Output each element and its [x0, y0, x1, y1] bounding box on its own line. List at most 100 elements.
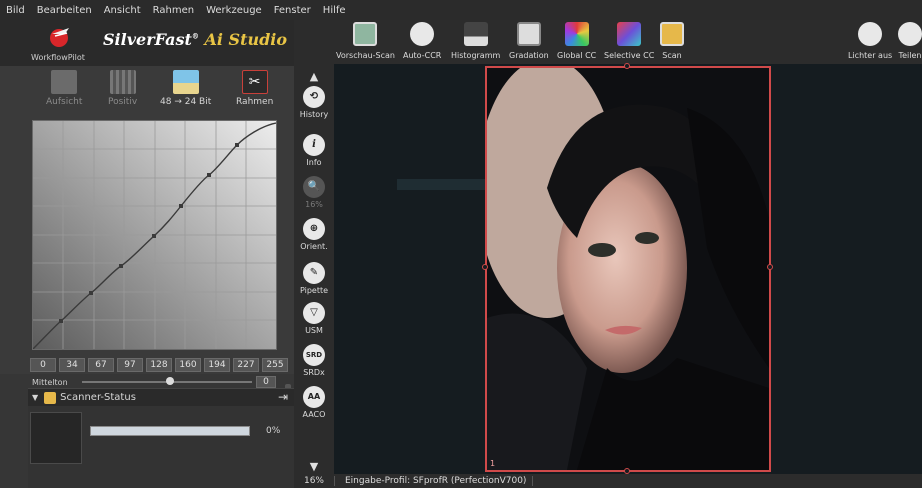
tick-value[interactable]: 255 [262, 358, 288, 372]
vtool-usm[interactable]: ▽ USM [294, 302, 334, 335]
scan-progress-percent: 0% [266, 426, 281, 436]
scan-progress-bar [90, 426, 250, 436]
vtool-zoom-label: 16% [305, 200, 323, 209]
auto-ccr-button[interactable]: Auto-CCR [403, 22, 441, 60]
vtool-pipette[interactable]: ✎ Pipette [294, 262, 334, 295]
histogram-icon [463, 22, 488, 46]
scan-mode-tools: Aufsicht Positiv 48 → 24 Bit ✂ Rahmen [0, 66, 294, 114]
vtool-srdx[interactable]: SRD SRDx [294, 344, 334, 377]
brand-ai-studio: Ai Studio [204, 30, 288, 49]
menu-bar: Bild Bearbeiten Ansicht Rahmen Werkzeuge… [0, 0, 922, 20]
tick-value[interactable]: 227 [233, 358, 259, 372]
gradation-curve[interactable] [32, 120, 277, 350]
scanner-status-panel: 0% [28, 406, 294, 488]
vtool-aaco-label: AACO [302, 410, 326, 419]
tool-bit-depth-label: 48 → 24 Bit [160, 97, 212, 107]
usm-icon: ▽ [303, 302, 325, 324]
film-icon [109, 70, 136, 94]
prescan-icon [353, 22, 378, 46]
midtone-slider-handle[interactable] [166, 377, 174, 385]
global-cc-label: Global CC [557, 51, 597, 60]
gradation-button[interactable]: Gradation [509, 22, 549, 60]
gradation-icon [516, 22, 541, 46]
vtool-info-label: Info [306, 158, 322, 167]
histogram-label: Histogramm [451, 51, 501, 60]
midtone-value[interactable]: 0 [256, 376, 276, 388]
frame-handle-right[interactable] [767, 264, 773, 270]
zoom-level: 16% [303, 476, 324, 486]
scan-button[interactable]: Scan [660, 22, 684, 60]
share-label: Teilen [898, 51, 922, 60]
gradation-tick-values: 0 34 67 97 128 160 194 227 255 [30, 358, 288, 374]
vtool-orient[interactable]: ⊕ Orient. [294, 218, 334, 251]
scan-icon [660, 22, 684, 46]
tool-rahmen-label: Rahmen [236, 97, 274, 107]
scanner-status-header[interactable]: ▼ Scanner-Status ⇥ [28, 388, 294, 406]
histogram-button[interactable]: Histogramm [451, 22, 500, 60]
scissors-icon: ✂ [241, 70, 268, 94]
gradation-panel: 0 34 67 97 128 160 194 227 255 [0, 114, 294, 454]
global-cc-icon [564, 22, 589, 46]
workflow-pilot-icon[interactable] [47, 24, 73, 48]
menu-rahmen[interactable]: Rahmen [147, 5, 200, 16]
input-profile: Eingabe-Profil: SFprofR (PerfectionV700) [334, 476, 534, 486]
beach-icon [172, 70, 199, 94]
menu-bearbeiten[interactable]: Bearbeiten [31, 5, 98, 16]
palm-icon [51, 70, 78, 94]
export-arrow-icon[interactable]: ⇥ [278, 390, 288, 404]
tick-value[interactable]: 0 [30, 358, 56, 372]
preview-canvas[interactable]: 1 [334, 63, 922, 474]
gradation-graph[interactable] [33, 121, 276, 349]
lights-off-label: Lichter aus [848, 51, 893, 60]
scan-thumbnail [30, 412, 82, 464]
workflow-pilot-label[interactable]: WorkflowPilot [31, 53, 85, 62]
frame-number: 1 [490, 459, 496, 468]
aaco-icon: AA [303, 386, 325, 408]
selective-cc-label: Selective CC [604, 51, 655, 60]
vtool-aaco[interactable]: AA AACO [294, 386, 334, 419]
global-cc-button[interactable]: Global CC [557, 22, 596, 60]
preview-frame[interactable]: 1 [485, 66, 771, 472]
tick-value[interactable]: 160 [175, 358, 201, 372]
brand-name: SilverFast [103, 30, 192, 49]
tick-value[interactable]: 194 [204, 358, 230, 372]
vtool-zoom[interactable]: 🔍 16% [294, 176, 334, 209]
tool-aufsicht[interactable]: Aufsicht [46, 70, 82, 107]
brand-registered: ® [191, 31, 199, 41]
tick-value[interactable]: 97 [117, 358, 143, 372]
tool-rahmen[interactable]: ✂ Rahmen [236, 70, 273, 107]
tool-bit-depth[interactable]: 48 → 24 Bit [160, 70, 211, 107]
app-brand: SilverFast® Ai Studio [103, 30, 287, 49]
vertical-toolbar: ▲▲ ⟲ History i Info 🔍 16% ⊕ Orient. ✎ Pi… [294, 20, 334, 488]
lights-off-button[interactable]: Lichter aus [848, 22, 892, 60]
tick-value[interactable]: 67 [88, 358, 114, 372]
frame-handle-top[interactable] [624, 63, 630, 69]
zoom-icon: 🔍 [303, 176, 325, 198]
share-icon [898, 22, 922, 46]
srdx-icon: SRD [303, 344, 325, 366]
scan-label: Scan [662, 51, 682, 60]
auto-ccr-icon [410, 22, 435, 46]
frame-handle-left[interactable] [482, 264, 488, 270]
tick-value[interactable]: 128 [146, 358, 172, 372]
menu-ansicht[interactable]: Ansicht [98, 5, 147, 16]
status-bar: 16% Eingabe-Profil: SFprofR (PerfectionV… [294, 474, 922, 488]
midtone-label: Mittelton [32, 378, 68, 387]
vtool-info[interactable]: i Info [294, 134, 334, 167]
lights-off-icon [858, 22, 883, 46]
prescan-button[interactable]: Vorschau-Scan [336, 22, 395, 60]
collapse-triangle-icon[interactable]: ▼ [32, 393, 38, 402]
pipette-icon: ✎ [303, 262, 325, 284]
menu-fenster[interactable]: Fenster [268, 5, 317, 16]
vtool-orient-label: Orient. [300, 242, 328, 251]
menu-werkzeuge[interactable]: Werkzeuge [200, 5, 268, 16]
info-icon: i [303, 134, 325, 156]
share-button[interactable]: Teilen [898, 22, 922, 60]
menu-bild[interactable]: Bild [0, 5, 31, 16]
selective-cc-button[interactable]: Selective CC [604, 22, 654, 60]
vtool-pipette-label: Pipette [299, 286, 329, 295]
vtool-history[interactable]: ⟲ History [294, 86, 334, 119]
tool-positiv[interactable]: Positiv [108, 70, 137, 107]
tick-value[interactable]: 34 [59, 358, 85, 372]
menu-hilfe[interactable]: Hilfe [317, 5, 352, 16]
